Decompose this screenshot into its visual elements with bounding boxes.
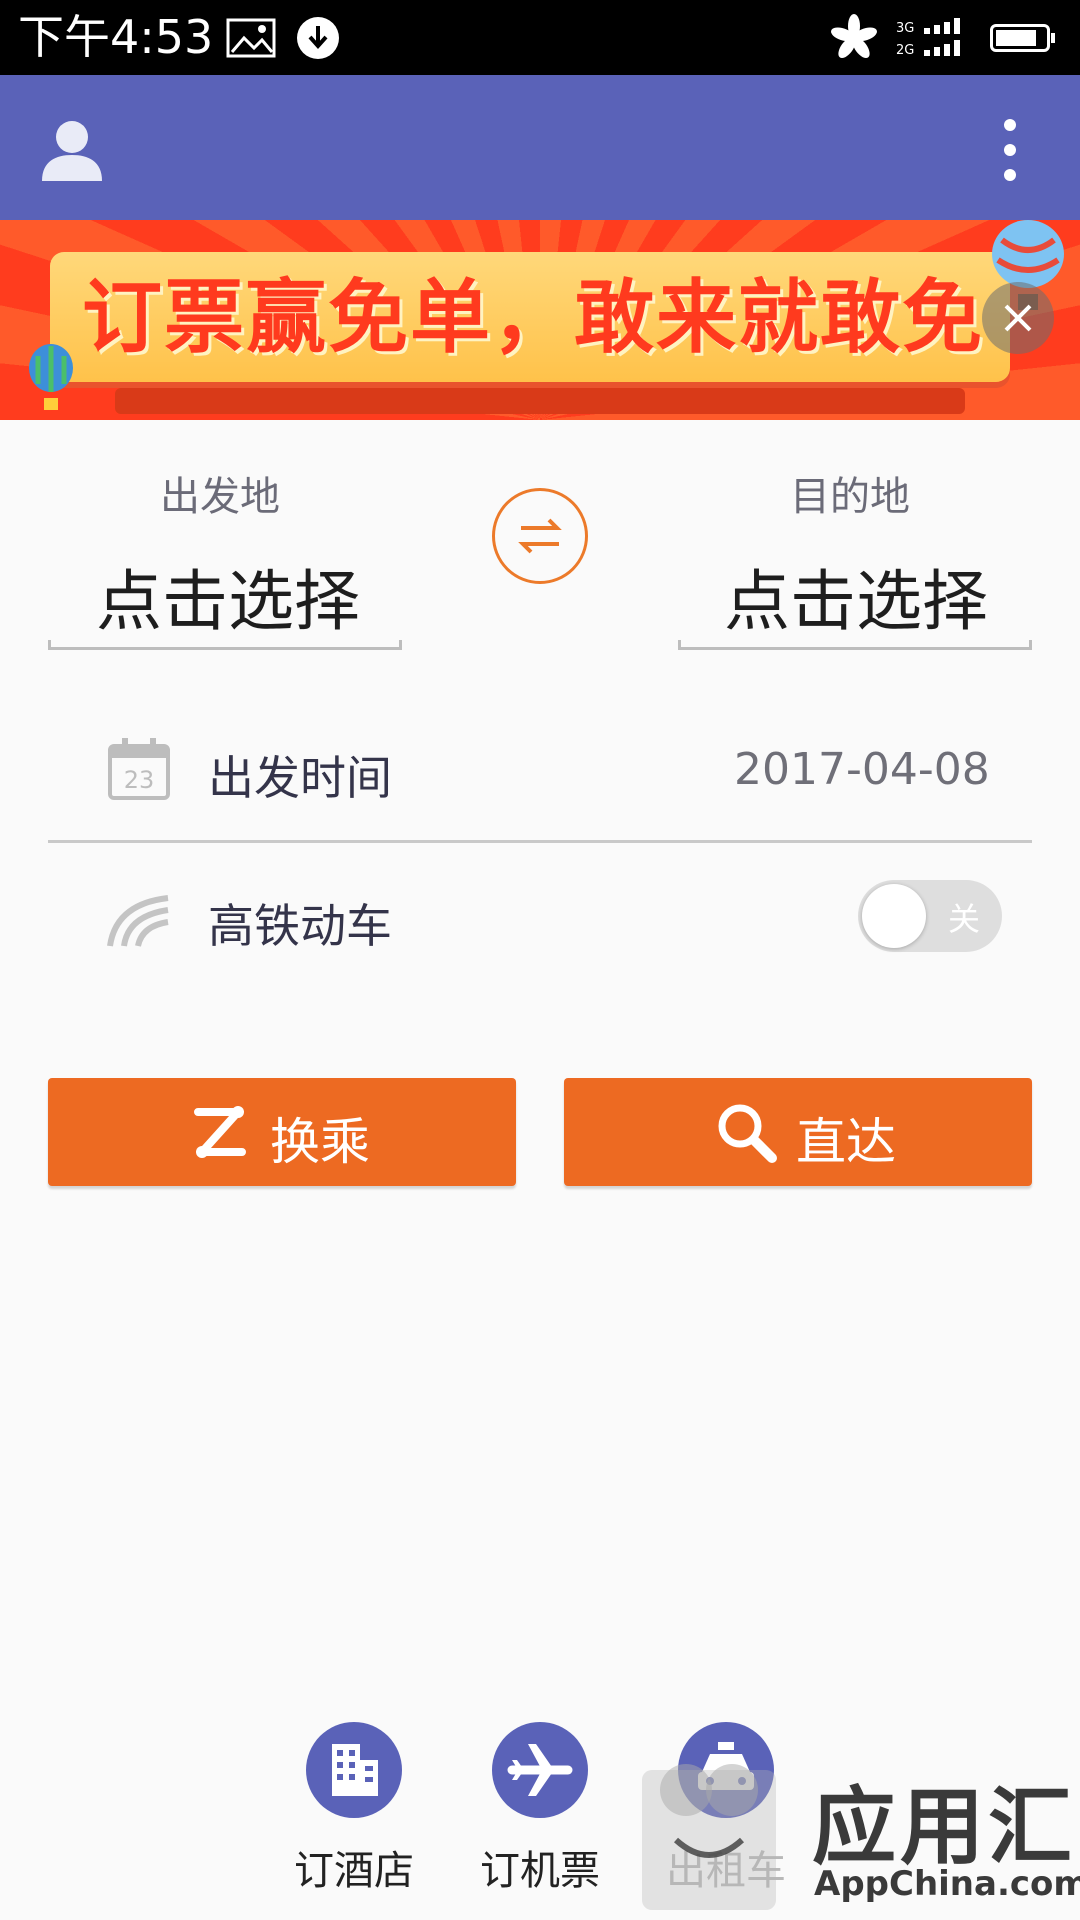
close-icon	[1004, 304, 1032, 332]
destination-select[interactable]: 点击选择	[724, 548, 988, 644]
book-flight-button[interactable]: 订机票	[460, 1722, 620, 1894]
toggle-knob	[862, 884, 926, 948]
calendar-day: 23	[124, 766, 155, 794]
high-speed-toggle[interactable]: 关	[858, 880, 1002, 952]
app-bar	[0, 75, 1080, 220]
banner-close-button[interactable]	[982, 282, 1054, 354]
banner-text: 订票赢免单，敢来就敢免	[82, 271, 984, 364]
search-icon	[718, 1104, 777, 1163]
departure-date-label: 出发时间	[208, 751, 392, 805]
user-avatar-icon	[42, 121, 102, 181]
airplane-icon	[507, 1744, 573, 1796]
status-bar: 下午4:53 3G 2G	[0, 0, 1080, 75]
book-hotel-button[interactable]: 订酒店	[274, 1722, 434, 1894]
image-notification-icon	[226, 18, 276, 58]
signal-2g-label: 2G	[896, 43, 914, 58]
departure-date-value[interactable]: 2017-04-08	[734, 744, 990, 795]
departure-label: 出发地	[160, 474, 280, 520]
book-hotel-label: 订酒店	[294, 1848, 414, 1894]
balloon-icon	[29, 344, 73, 410]
toggle-state-text: 关	[948, 900, 981, 938]
direct-search-button[interactable]: 直达	[564, 1078, 1032, 1186]
more-vert-icon	[1004, 119, 1016, 181]
signal-icon: 3G 2G	[896, 18, 960, 58]
swap-stations-button[interactable]	[492, 488, 588, 584]
high-speed-rail-icon	[107, 895, 169, 947]
destination-label: 目的地	[790, 474, 910, 520]
battery-icon	[990, 24, 1055, 52]
hotel-icon	[332, 1744, 378, 1796]
destination-underline	[678, 640, 1032, 650]
appchina-logo	[642, 1764, 776, 1910]
departure-underline	[48, 640, 402, 650]
transfer-icon	[194, 1106, 246, 1158]
appchina-watermark: 应用汇 AppChina.com	[636, 1740, 1080, 1916]
flower-icon	[831, 14, 877, 59]
hotel-icon-circle	[306, 1722, 402, 1818]
user-avatar-button[interactable]	[36, 113, 108, 185]
direct-button-label: 直达	[796, 1113, 896, 1171]
divider	[48, 840, 1032, 843]
watermark-title: 应用汇	[812, 1778, 1077, 1876]
high-speed-label: 高铁动车	[208, 899, 392, 953]
banner-strip	[115, 388, 965, 414]
promo-banner[interactable]: 订票赢免单，敢来就敢免	[0, 220, 1080, 420]
transfer-button-label: 换乘	[270, 1113, 370, 1171]
more-menu-button[interactable]	[990, 115, 1030, 185]
download-notification-icon	[297, 17, 339, 59]
status-time: 下午4:53	[18, 10, 214, 64]
transfer-search-button[interactable]: 换乘	[48, 1078, 516, 1186]
signal-3g-label: 3G	[896, 21, 914, 36]
book-flight-label: 订机票	[480, 1848, 600, 1894]
calendar-icon: 23	[108, 738, 170, 800]
watermark-subtitle: AppChina.com	[814, 1864, 1080, 1904]
departure-select[interactable]: 点击选择	[96, 548, 360, 644]
flight-icon-circle	[492, 1722, 588, 1818]
swap-icon	[518, 518, 562, 554]
